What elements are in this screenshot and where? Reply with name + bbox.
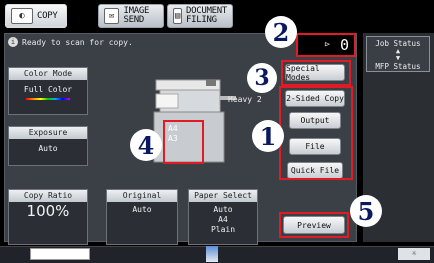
highlight-box-special-modes — [281, 60, 351, 86]
status-message: Ready to scan for copy. — [22, 37, 133, 47]
tab-copy[interactable]: ◐ COPY — [5, 4, 67, 28]
toggle-arrows-icon: ▲ ▼ — [395, 47, 401, 62]
highlight-box-trays — [163, 120, 204, 164]
copy-screen: ◐ COPY ✉ IMAGE SEND ▤ DOCUMENT FILING i … — [0, 0, 434, 263]
info-icon: i — [8, 37, 18, 47]
original-value: Auto — [132, 205, 152, 214]
callout-5: 5 — [350, 195, 382, 227]
original-button[interactable]: Original Auto — [106, 189, 178, 245]
color-mode-header: Color Mode — [9, 68, 87, 80]
callout-1: 1 — [252, 120, 284, 152]
callout-4: 4 — [130, 129, 162, 161]
highlight-box-functions — [279, 86, 353, 180]
exposure-header: Exposure — [9, 127, 87, 139]
image-send-icon: ✉ — [104, 8, 120, 24]
color-mode-button[interactable]: Color Mode Full Color — [8, 67, 88, 115]
document-filing-icon: ▤ — [173, 8, 183, 24]
highlight-box-counter — [296, 33, 356, 57]
mfp-status-label: MFP Status — [375, 62, 421, 71]
copy-ratio-button[interactable]: Copy Ratio 100% — [8, 189, 88, 245]
tab-document-filing[interactable]: ▤ DOCUMENT FILING — [167, 4, 233, 28]
copy-ratio-value: 100% — [26, 202, 70, 220]
paper-select-header: Paper Select — [189, 190, 257, 202]
exposure-button[interactable]: Exposure Auto — [8, 126, 88, 166]
bottom-left-tab[interactable] — [30, 248, 90, 260]
highlight-box-preview — [279, 212, 349, 238]
job-status-button[interactable]: Job Status ▲ ▼ MFP Status — [366, 36, 430, 72]
paper-select-value: Auto A4 Plain — [210, 205, 236, 234]
copy-icon: ◐ — [11, 8, 33, 24]
callout-2: 2 — [265, 16, 297, 48]
exposure-value: Auto — [38, 144, 58, 153]
color-mode-value: Full Color — [23, 85, 73, 94]
callout-3: 3 — [247, 63, 277, 93]
brightness-icon[interactable]: ☼ — [398, 248, 430, 260]
color-bar — [26, 98, 70, 100]
copy-ratio-header: Copy Ratio — [9, 190, 87, 202]
paper-select-button[interactable]: Paper Select Auto A4 Plain — [188, 189, 258, 245]
home-icon[interactable] — [206, 246, 218, 262]
tray-label: Heavy 2 — [228, 95, 262, 104]
original-header: Original — [107, 190, 177, 202]
tray-icon: ⎘ — [214, 103, 221, 112]
tab-image-send[interactable]: ✉ IMAGE SEND — [98, 4, 164, 28]
